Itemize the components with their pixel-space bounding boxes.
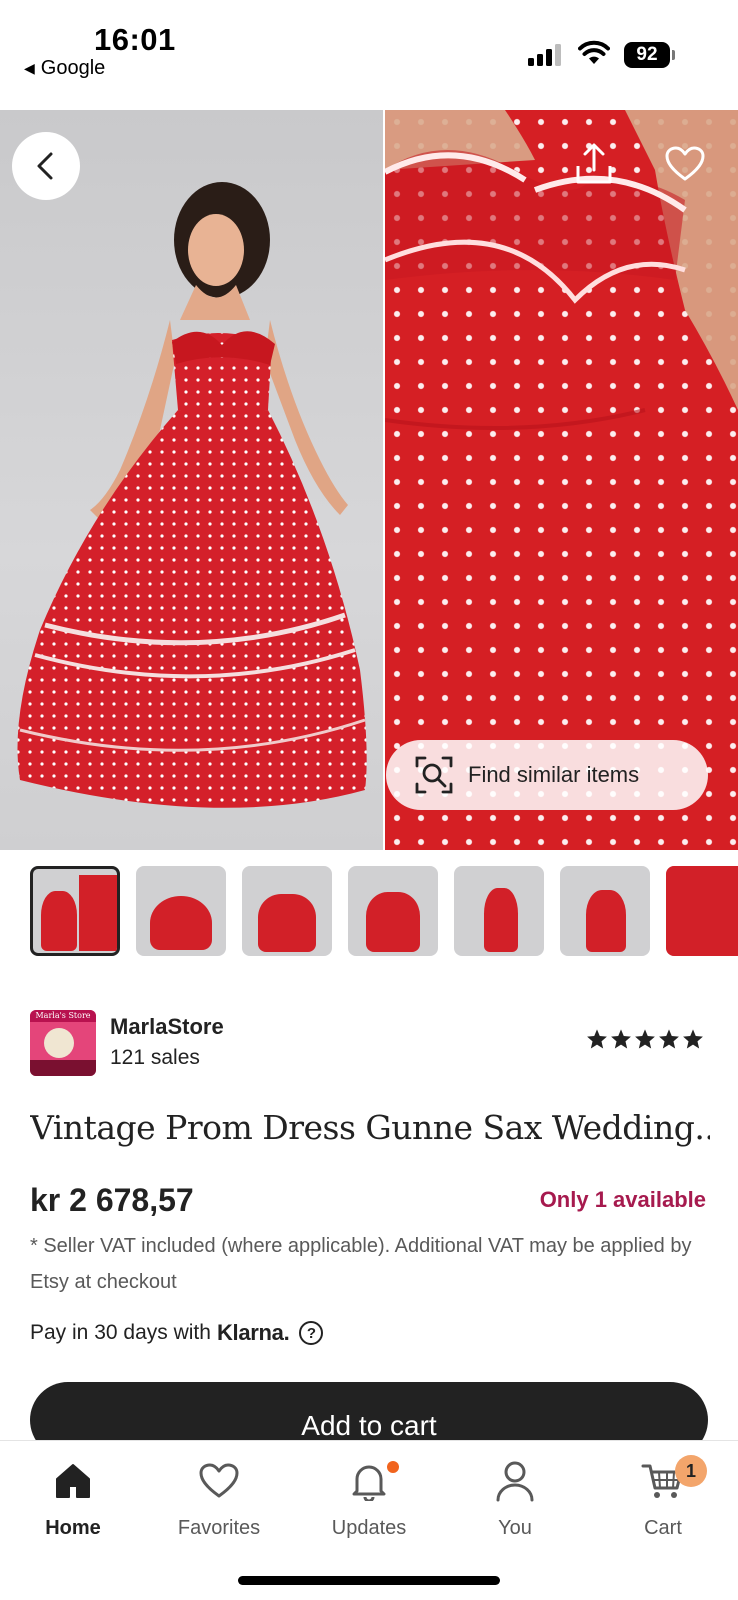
visual-search-icon — [415, 756, 453, 794]
find-similar-button[interactable]: Find similar items — [386, 740, 708, 810]
nav-cart[interactable]: 1 Cart — [603, 1455, 723, 1540]
heart-icon — [199, 1463, 239, 1498]
nav-updates-label: Updates — [331, 1517, 407, 1539]
share-button[interactable] — [572, 140, 616, 188]
nav-home-label: Home — [45, 1517, 101, 1539]
thumbnail-4[interactable] — [348, 866, 438, 956]
nav-favorites-label: Favorites — [177, 1517, 261, 1539]
wifi-icon — [578, 40, 610, 64]
shop-sales-count: 121 sales — [110, 1046, 200, 1069]
back-to-app-link[interactable]: ◀ Google — [24, 57, 105, 80]
shop-rating-stars[interactable] — [586, 1028, 704, 1050]
thumbnail-5[interactable] — [454, 866, 544, 956]
share-icon — [576, 143, 612, 184]
star-icon — [635, 1029, 655, 1049]
dress-detail-shape — [385, 110, 738, 430]
nav-you[interactable]: You — [455, 1455, 575, 1540]
back-app-label: Google — [40, 57, 106, 79]
find-similar-label: Find similar items — [468, 762, 640, 787]
bottom-navigation: Home Favorites Updates You 1 Cart — [0, 1440, 738, 1600]
chevron-left-icon — [37, 152, 53, 180]
help-icon[interactable]: ? — [299, 1321, 324, 1345]
battery-indicator: 92 — [624, 42, 675, 68]
star-icon — [611, 1029, 631, 1049]
shop-name-link[interactable]: MarlaStore — [110, 1014, 224, 1040]
star-icon — [683, 1029, 703, 1049]
dress-photo-full — [17, 182, 367, 808]
back-triangle-icon: ◀ — [24, 60, 35, 76]
favorite-button[interactable] — [664, 144, 706, 184]
nav-cart-label: Cart — [644, 1517, 682, 1539]
nav-favorites[interactable]: Favorites — [159, 1455, 279, 1540]
main-product-image — [0, 110, 383, 850]
thumbnail-6[interactable] — [560, 866, 650, 956]
heart-outline-icon — [665, 146, 705, 181]
person-icon — [496, 1461, 534, 1502]
thumbnail-strip[interactable] — [0, 866, 738, 958]
listing-image-carousel[interactable]: Find similar items — [0, 110, 738, 850]
nav-updates[interactable]: Updates — [309, 1455, 429, 1540]
updates-badge-dot — [387, 1461, 399, 1473]
home-icon — [56, 1464, 90, 1498]
back-button[interactable] — [12, 132, 80, 200]
thumbnail-2[interactable] — [136, 866, 226, 956]
dog-avatar-icon — [44, 1028, 74, 1058]
availability-label: Only 1 available — [539, 1187, 706, 1212]
thumbnail-1[interactable] — [30, 866, 120, 956]
klarna-payment-row[interactable]: Pay in 30 days with Klarna. ? — [30, 1320, 324, 1346]
vat-note: * Seller VAT included (where applicable)… — [30, 1235, 692, 1293]
star-icon — [587, 1029, 607, 1049]
cellular-signal-icon — [528, 44, 561, 66]
thumbnail-7[interactable] — [666, 866, 738, 956]
detail-product-image — [385, 110, 738, 850]
thumbnail-3[interactable] — [242, 866, 332, 956]
star-icon — [659, 1029, 679, 1049]
listing-title[interactable]: Vintage Prom Dress Gunne Sax Wedding... — [30, 1108, 710, 1147]
cart-count-badge: 1 — [675, 1455, 707, 1487]
status-time: 16:01 — [94, 22, 176, 57]
klarna-text: Pay in 30 days with — [30, 1321, 211, 1344]
nav-you-label: You — [498, 1517, 532, 1539]
nav-home[interactable]: Home — [13, 1455, 133, 1540]
home-indicator — [238, 1576, 500, 1585]
klarna-logo: Klarna. — [216, 1320, 290, 1345]
shop-logo[interactable]: Marla's Store — [30, 1010, 96, 1076]
shop-logo-text: Marla's Store — [30, 1010, 96, 1022]
listing-price: kr 2 678,57 — [30, 1182, 194, 1218]
status-bar: 16:01 ◀ Google 92 — [0, 0, 738, 110]
bell-icon — [352, 1465, 386, 1501]
